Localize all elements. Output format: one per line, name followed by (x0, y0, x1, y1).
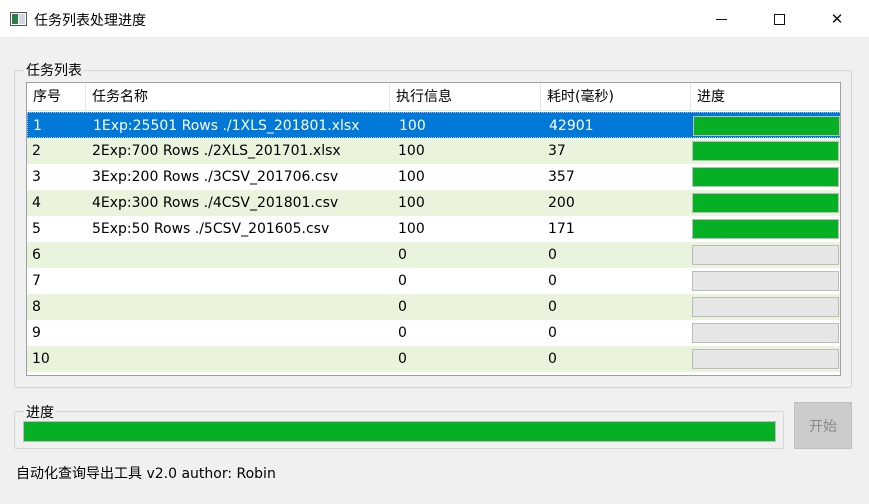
row-progress-bar (693, 116, 840, 136)
overall-progress-bar (23, 421, 776, 442)
table-row[interactable]: 4 4Exp:300 Rows ./4CSV_201801.csv 100 200 (27, 190, 840, 216)
maximize-button[interactable] (750, 0, 808, 38)
cell-info: 0 (398, 325, 407, 341)
cell-info: 100 (398, 143, 425, 159)
task-table[interactable]: 序号 任务名称 执行信息 耗时(毫秒) 进度 1 1Exp:25501 Rows … (26, 82, 841, 376)
cell-task-name: 2Exp:700 Rows ./2XLS_201701.xlsx (92, 143, 341, 159)
table-header: 序号 任务名称 执行信息 耗时(毫秒) 进度 (27, 83, 840, 111)
row-progress-bar (692, 271, 839, 291)
row-progress-fill (693, 142, 838, 160)
task-list-group-title: 任务列表 (24, 60, 84, 80)
row-progress-bar (692, 167, 839, 187)
cell-info: 100 (398, 169, 425, 185)
column-header-time[interactable]: 耗时(毫秒) (541, 83, 691, 111)
row-progress-fill (693, 220, 838, 238)
cell-info: 0 (398, 299, 407, 315)
column-header-info[interactable]: 执行信息 (390, 83, 541, 111)
cell-info: 0 (398, 273, 407, 289)
table-row[interactable]: 7 0 0 (27, 268, 840, 294)
column-header-progress[interactable]: 进度 (691, 83, 840, 111)
table-row[interactable]: 10 0 0 (27, 346, 840, 372)
overall-progress-fill (24, 422, 775, 441)
cell-task-name: 1Exp:25501 Rows ./1XLS_201801.xlsx (93, 118, 360, 134)
row-progress-bar (692, 193, 839, 213)
cell-time: 357 (548, 169, 575, 185)
column-header-id[interactable]: 序号 (27, 83, 86, 111)
row-progress-bar (692, 349, 839, 369)
table-row[interactable]: 1 1Exp:25501 Rows ./1XLS_201801.xlsx 100 42… (27, 112, 840, 138)
footer-text: 自动化查询导出工具 v2.0 author: Robin (16, 466, 276, 482)
cell-id: 10 (32, 351, 50, 367)
cell-id: 8 (32, 299, 41, 315)
row-progress-bar (692, 141, 839, 161)
cell-info: 100 (398, 221, 425, 237)
table-row[interactable]: 5 5Exp:50 Rows ./5CSV_201605.csv 100 171 (27, 216, 840, 242)
row-progress-bar (692, 297, 839, 317)
table-row[interactable]: 9 0 0 (27, 320, 840, 346)
cell-time: 0 (548, 247, 557, 263)
row-progress-bar (692, 219, 839, 239)
table-row[interactable]: 6 0 0 (27, 242, 840, 268)
column-header-name[interactable]: 任务名称 (86, 83, 390, 111)
title-bar: 任务列表处理进度 ✕ (0, 0, 869, 38)
cell-id: 2 (32, 143, 41, 159)
cell-id: 5 (32, 221, 41, 237)
window-title: 任务列表处理进度 (34, 13, 146, 29)
cell-id: 7 (32, 273, 41, 289)
table-row[interactable]: 3 3Exp:200 Rows ./3CSV_201706.csv 100 357 (27, 164, 840, 190)
cell-time: 0 (548, 299, 557, 315)
row-progress-fill (694, 117, 839, 135)
cell-time: 0 (548, 273, 557, 289)
app-icon (10, 12, 27, 26)
start-button[interactable]: 开始 (794, 402, 852, 449)
cell-time: 0 (548, 351, 557, 367)
cell-id: 1 (33, 118, 42, 134)
row-progress-bar (692, 245, 839, 265)
table-row[interactable]: 8 0 0 (27, 294, 840, 320)
cell-task-name: 3Exp:200 Rows ./3CSV_201706.csv (92, 169, 339, 185)
close-icon: ✕ (830, 10, 844, 28)
cell-info: 100 (398, 195, 425, 211)
progress-group-title: 进度 (24, 402, 56, 422)
cell-time: 37 (548, 143, 566, 159)
cell-info: 0 (398, 247, 407, 263)
row-progress-bar (692, 323, 839, 343)
minimize-button[interactable] (692, 0, 750, 38)
minimize-icon (715, 18, 727, 20)
cell-task-name: 5Exp:50 Rows ./5CSV_201605.csv (92, 221, 330, 237)
cell-id: 3 (32, 169, 41, 185)
cell-task-name: 4Exp:300 Rows ./4CSV_201801.csv (92, 195, 339, 211)
cell-id: 4 (32, 195, 41, 211)
cell-time: 200 (548, 195, 575, 211)
cell-time: 42901 (549, 118, 594, 134)
maximize-icon (773, 13, 785, 25)
cell-time: 171 (548, 221, 575, 237)
cell-id: 6 (32, 247, 41, 263)
row-progress-fill (693, 168, 838, 186)
cell-time: 0 (548, 325, 557, 341)
table-row[interactable]: 2 2Exp:700 Rows ./2XLS_201701.xlsx 100 37 (27, 138, 840, 164)
cell-id: 9 (32, 325, 41, 341)
close-button[interactable]: ✕ (808, 0, 866, 38)
row-progress-fill (693, 194, 838, 212)
cell-info: 0 (398, 351, 407, 367)
cell-info: 100 (399, 118, 426, 134)
